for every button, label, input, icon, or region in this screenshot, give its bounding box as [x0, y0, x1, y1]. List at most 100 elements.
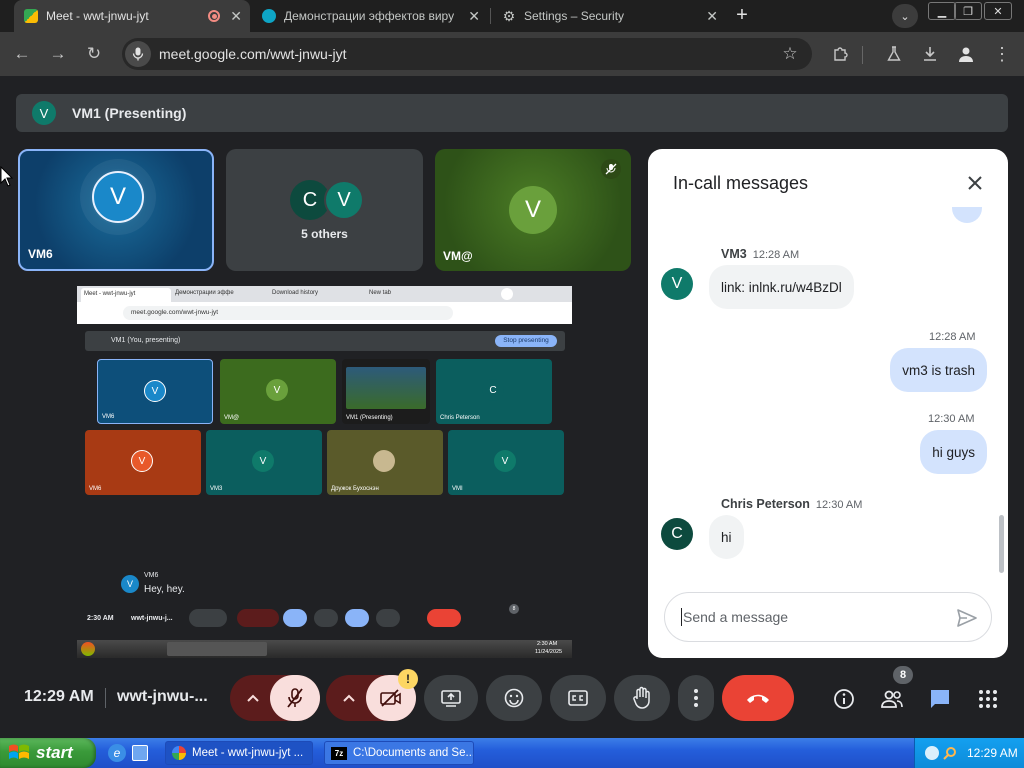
labs-flask-icon[interactable]: [882, 42, 906, 66]
apps-grid-icon: [979, 690, 997, 708]
back-arrow-icon[interactable]: ←: [10, 42, 34, 66]
download-icon[interactable]: [918, 42, 942, 66]
microphone-button[interactable]: [270, 675, 320, 721]
message-bubble-outgoing[interactable]: vm3 is trash: [890, 348, 987, 392]
shared-tile: V VM6: [85, 430, 201, 495]
shared-tile: Дружок Бухоснэн: [327, 430, 443, 495]
shared-chat-text: Hey, hey.: [144, 584, 185, 595]
more-options-button[interactable]: [678, 675, 714, 721]
more-vertical-icon: [694, 689, 698, 707]
participant-tile-vm6[interactable]: V VM6: [18, 149, 214, 271]
chevron-up-icon: [247, 694, 259, 702]
quick-launch-icon[interactable]: [132, 745, 148, 761]
leave-call-button[interactable]: [722, 675, 794, 721]
shared-tile-name: Дружок Бухоснэн: [331, 486, 379, 492]
tab-divider: [490, 8, 491, 24]
tab-viruses[interactable]: Демонстрации эффектов вирусов ✕: [252, 0, 488, 32]
chevron-up-icon: [343, 694, 355, 702]
tab-title: Демонстрации эффектов вирусов: [284, 9, 454, 23]
reactions-button[interactable]: [486, 675, 542, 721]
address-bar[interactable]: meet.google.com/wwt-jnwu-jyt: [122, 38, 812, 70]
closed-captions-icon: [568, 690, 588, 706]
message-text: hi: [721, 529, 732, 545]
message-time: 12:30 AM: [928, 413, 975, 425]
message-sender: VM3: [721, 247, 747, 261]
message-input[interactable]: Send a message: [683, 609, 788, 625]
participant-tile-others[interactable]: C V 5 others: [226, 149, 423, 271]
shared-tile: C Chris Peterson: [436, 359, 552, 424]
message-time: 12:28 AM: [929, 331, 976, 343]
close-tab-icon[interactable]: ✕: [468, 8, 480, 25]
present-screen-button[interactable]: [424, 675, 478, 721]
participant-avatar: V: [509, 186, 557, 234]
meeting-time: 12:29 AM: [24, 688, 94, 705]
microphone-site-icon[interactable]: [125, 41, 151, 67]
shared-tile-name: VM6: [89, 486, 102, 492]
controls-divider: [105, 688, 117, 708]
reload-icon[interactable]: ↻: [82, 42, 106, 66]
shared-clock: 2:30 AM: [537, 641, 558, 647]
taskbar-task-7zip[interactable]: 7z C:\Documents and Se...: [324, 741, 474, 765]
mouse-cursor-icon: [0, 166, 14, 187]
windows-logo-icon: [9, 744, 29, 759]
raise-hand-button[interactable]: [614, 675, 670, 721]
shared-tab: Meet - wwt-jnwu-jyt: [81, 288, 171, 302]
search-icon[interactable]: [943, 746, 957, 760]
participant-tile-vmat[interactable]: V VM@: [435, 149, 631, 271]
meeting-details-button[interactable]: [830, 685, 858, 713]
shared-tile-name: VM3: [210, 486, 223, 492]
tab-settings[interactable]: ⚙ Settings – Security ✕: [492, 0, 726, 32]
tab-strip: Meet - wwt-jnwu-jyt ✕ Демонстрации эффек…: [0, 0, 1024, 32]
text-caret: [681, 608, 682, 626]
new-tab-button[interactable]: +: [732, 4, 752, 26]
close-window-button[interactable]: ✕: [984, 2, 1012, 20]
activities-button[interactable]: [974, 685, 1002, 713]
shared-tile-presenting: VM1 (Presenting): [342, 359, 430, 424]
sender-avatar: V: [661, 268, 693, 300]
gear-icon: ⚙: [502, 7, 516, 24]
close-tab-icon[interactable]: ✕: [230, 8, 242, 25]
chat-scrollbar[interactable]: [999, 515, 1004, 573]
shared-tile-avatar: V: [144, 380, 166, 402]
message-header: Chris Peterson 12:30 AM: [721, 495, 862, 513]
minimize-button[interactable]: ▁: [928, 2, 956, 20]
message-bubble-outgoing[interactable]: hi guys: [920, 430, 987, 474]
extensions-icon[interactable]: [828, 42, 852, 66]
taskbar-task-meet[interactable]: Meet - wwt-jnwu-jyt ...: [165, 741, 313, 765]
presenter-label: VM1 (Presenting): [72, 105, 187, 121]
captions-button[interactable]: [550, 675, 606, 721]
people-button[interactable]: [878, 685, 906, 713]
chat-button[interactable]: [926, 685, 954, 713]
message-sender: Chris Peterson: [721, 497, 810, 511]
recursive-screen: [346, 367, 426, 409]
forward-arrow-icon[interactable]: →: [46, 42, 70, 66]
message-bubble[interactable]: hi: [709, 515, 744, 559]
message-time: 12:30 AM: [815, 499, 863, 511]
shared-screen[interactable]: Meet - wwt-jnwu-jyt Демонстрации эффе Do…: [77, 286, 572, 658]
restore-button[interactable]: ❐: [954, 2, 982, 20]
task-label: Meet - wwt-jnwu-jyt ...: [192, 747, 304, 759]
start-button[interactable]: start: [0, 738, 96, 768]
tab-search-chevron-icon[interactable]: ⌄: [892, 4, 918, 28]
message-text: hi guys: [932, 444, 975, 460]
message-header: VM3 12:28 AM: [721, 245, 799, 263]
kebab-menu-icon[interactable]: ⋮: [990, 42, 1014, 66]
profile-icon[interactable]: [954, 42, 978, 66]
camera-warning-badge: !: [398, 669, 418, 689]
close-chat-button[interactable]: [963, 171, 987, 195]
shared-date: 11/24/2025: [535, 649, 563, 655]
bookmark-star-icon[interactable]: ☆: [778, 42, 802, 66]
send-icon[interactable]: [957, 609, 977, 627]
close-tab-icon[interactable]: ✕: [706, 8, 718, 25]
tab-meet[interactable]: Meet - wwt-jnwu-jyt ✕: [14, 0, 250, 32]
shared-tile-name: VM@: [224, 415, 240, 421]
shared-start-icon: [81, 642, 95, 656]
message-bubble[interactable]: link: inlnk.ru/w4BzDl: [709, 265, 854, 309]
internet-explorer-icon[interactable]: e: [108, 744, 126, 762]
network-icon[interactable]: [925, 746, 939, 760]
shared-end-call-button: [427, 609, 461, 627]
shared-tab: Демонстрации эффе: [175, 290, 234, 296]
windows-taskbar: start e Meet - wwt-jnwu-jyt ... 7z C:\Do…: [0, 738, 1024, 768]
present-screen-icon: [441, 690, 461, 707]
shared-tile-name: VMI: [452, 486, 463, 492]
